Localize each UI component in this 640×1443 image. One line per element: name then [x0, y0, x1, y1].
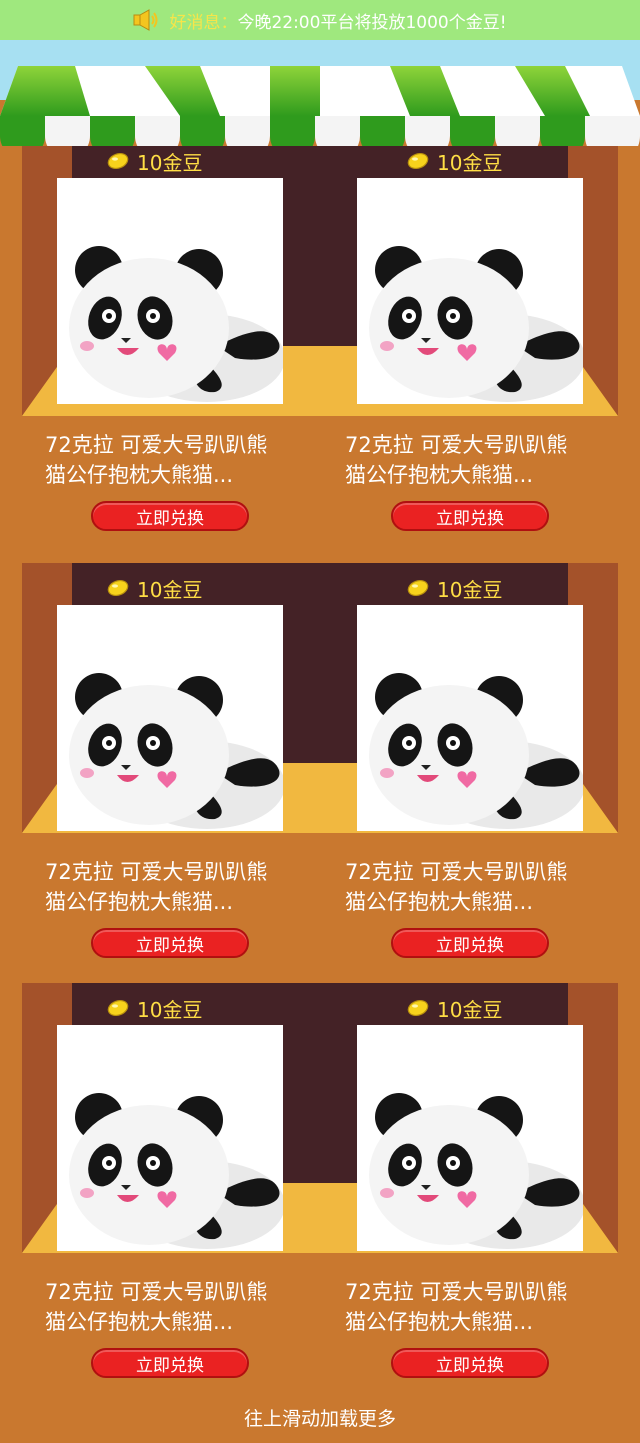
panda-plush-illustration — [69, 673, 283, 829]
price-text: 10金豆 — [137, 150, 203, 175]
price-text: 10金豆 — [437, 577, 503, 602]
product-image-panda[interactable] — [57, 178, 283, 404]
megaphone-icon — [133, 9, 158, 31]
product-title[interactable]: 72克拉 可爱大号趴趴熊 猫公仔抱枕大熊猫... — [45, 857, 315, 917]
redeem-button[interactable]: 立即兑换 — [391, 501, 549, 531]
shelf-row-3: 10金豆 72克拉 可爱大号趴趴熊 猫公仔抱枕大熊猫... 立即兑换 10金豆 … — [0, 983, 640, 1403]
product-image-panda[interactable] — [357, 605, 583, 831]
redeem-button[interactable]: 立即兑换 — [91, 1348, 249, 1378]
product-title[interactable]: 72克拉 可爱大号趴趴熊 猫公仔抱枕大熊猫... — [345, 430, 615, 490]
gold-bean-icon — [407, 580, 429, 596]
shelf-row-1: 10金豆 72克拉 可爱大号趴趴熊 猫公仔抱枕大熊猫... 立即兑换 10金豆 … — [0, 146, 640, 566]
price-tag: 10金豆 — [107, 993, 202, 1023]
panda-plush-illustration — [369, 673, 583, 829]
price-text: 10金豆 — [437, 997, 503, 1022]
exchange-shop-page: 好消息： 今晚22:00平台将投放1000个金豆! 10金豆 72克拉 可爱大号… — [0, 0, 640, 1443]
price-text: 10金豆 — [137, 577, 203, 602]
load-more-hint[interactable]: 往上滑动加载更多 — [0, 1404, 640, 1431]
product-title[interactable]: 72克拉 可爱大号趴趴熊 猫公仔抱枕大熊猫... — [345, 1277, 615, 1337]
gold-bean-icon — [107, 153, 129, 169]
shop-awning — [0, 66, 640, 146]
price-tag: 10金豆 — [407, 146, 502, 176]
product-title[interactable]: 72克拉 可爱大号趴趴熊 猫公仔抱枕大熊猫... — [45, 1277, 315, 1337]
panda-plush-illustration — [369, 1093, 583, 1249]
notice-bar: 好消息： 今晚22:00平台将投放1000个金豆! — [0, 0, 640, 40]
product-title[interactable]: 72克拉 可爱大号趴趴熊 猫公仔抱枕大熊猫... — [345, 857, 615, 917]
price-tag: 10金豆 — [407, 993, 502, 1023]
panda-plush-illustration — [69, 246, 283, 402]
price-text: 10金豆 — [137, 997, 203, 1022]
price-tag: 10金豆 — [407, 573, 502, 603]
gold-bean-icon — [107, 1000, 129, 1016]
gold-bean-icon — [407, 153, 429, 169]
product-image-panda[interactable] — [357, 178, 583, 404]
notice-label: 好消息： — [169, 12, 238, 33]
redeem-button[interactable]: 立即兑换 — [91, 928, 249, 958]
redeem-button[interactable]: 立即兑换 — [91, 501, 249, 531]
shelf-row-2: 10金豆 72克拉 可爱大号趴趴熊 猫公仔抱枕大熊猫... 立即兑换 10金豆 … — [0, 563, 640, 983]
product-image-panda[interactable] — [57, 1025, 283, 1251]
panda-plush-illustration — [69, 1093, 283, 1249]
price-text: 10金豆 — [437, 150, 503, 175]
notice-message: 今晚22:00平台将投放1000个金豆! — [237, 12, 507, 33]
gold-bean-icon — [107, 580, 129, 596]
product-title[interactable]: 72克拉 可爱大号趴趴熊 猫公仔抱枕大熊猫... — [45, 430, 315, 490]
redeem-button[interactable]: 立即兑换 — [391, 928, 549, 958]
panda-plush-illustration — [369, 246, 583, 402]
redeem-button[interactable]: 立即兑换 — [391, 1348, 549, 1378]
price-tag: 10金豆 — [107, 146, 202, 176]
product-image-panda[interactable] — [57, 605, 283, 831]
price-tag: 10金豆 — [107, 573, 202, 603]
product-image-panda[interactable] — [357, 1025, 583, 1251]
gold-bean-icon — [407, 1000, 429, 1016]
